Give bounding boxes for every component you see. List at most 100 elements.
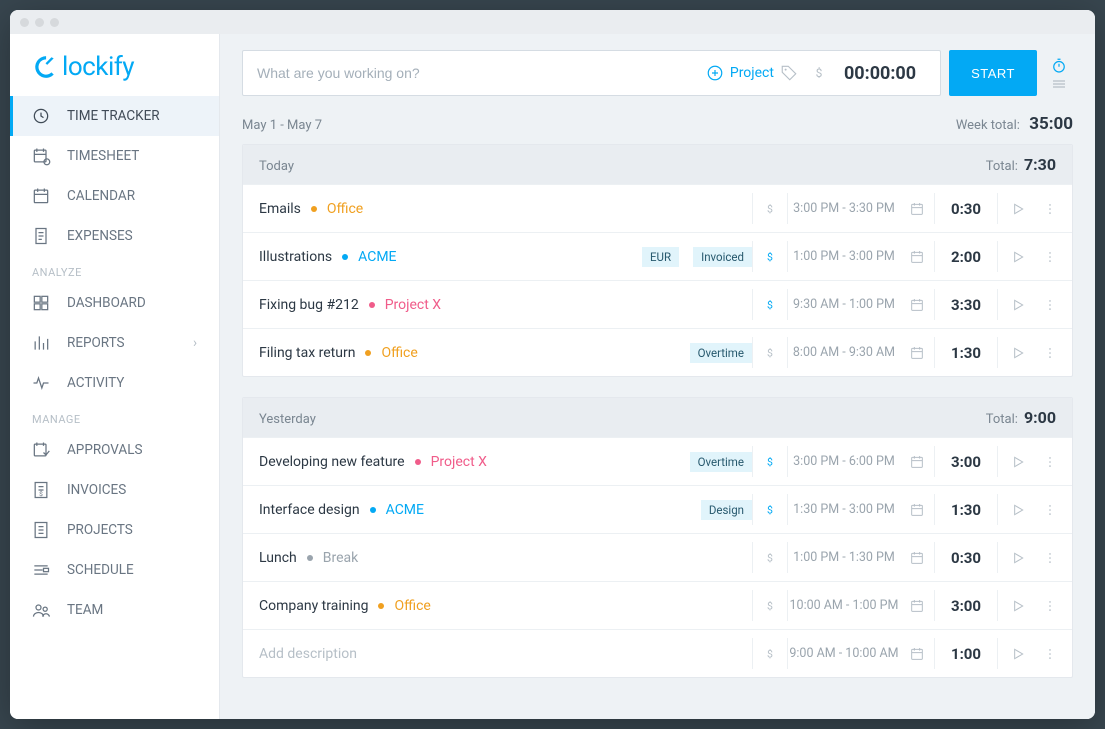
time-entry[interactable]: IllustrationsACMEEURInvoiced $ 1:00 PM -… — [243, 232, 1072, 280]
entry-date-picker[interactable] — [900, 201, 934, 217]
entry-continue-button[interactable] — [998, 249, 1038, 265]
entry-project[interactable]: Office — [327, 201, 363, 217]
entry-tag[interactable]: Overtime — [690, 452, 752, 472]
entry-billable-toggle[interactable]: $ — [753, 501, 787, 519]
tag-button[interactable] — [774, 64, 804, 82]
entry-more-button[interactable] — [1038, 201, 1062, 217]
entry-tag[interactable]: EUR — [642, 247, 679, 267]
sidebar-item-team[interactable]: TEAM — [10, 590, 219, 630]
entry-date-picker[interactable] — [900, 297, 934, 313]
entry-time-range[interactable]: 1:00 PM - 3:00 PM — [788, 249, 900, 264]
entry-time-range[interactable]: 8:00 AM - 9:30 AM — [788, 345, 900, 360]
entry-more-button[interactable] — [1038, 502, 1062, 518]
time-entry[interactable]: Fixing bug #212Project X $ 9:30 AM - 1:0… — [243, 280, 1072, 328]
entry-continue-button[interactable] — [998, 454, 1038, 470]
entry-tag[interactable]: Invoiced — [693, 247, 752, 267]
time-entry[interactable]: Add description $ 9:00 AM - 10:00 AM 1:0… — [243, 629, 1072, 677]
invoice-icon: $ — [31, 480, 51, 500]
entry-continue-button[interactable] — [998, 201, 1038, 217]
sidebar-item-projects[interactable]: PROJECTS — [10, 510, 219, 550]
entry-more-button[interactable] — [1038, 454, 1062, 470]
entry-more-button[interactable] — [1038, 297, 1062, 313]
entry-time-range[interactable]: 3:00 PM - 3:30 PM — [788, 201, 900, 216]
entry-time-range[interactable]: 1:00 PM - 1:30 PM — [788, 550, 900, 565]
sidebar-item-approvals[interactable]: APPROVALS — [10, 430, 219, 470]
entry-continue-button[interactable] — [998, 345, 1038, 361]
entry-project[interactable]: ACME — [386, 502, 424, 518]
time-entry[interactable]: Filing tax returnOfficeOvertime $ 8:00 A… — [243, 328, 1072, 376]
entry-duration[interactable]: 0:30 — [935, 549, 997, 567]
entry-more-button[interactable] — [1038, 646, 1062, 662]
entry-billable-toggle[interactable]: $ — [753, 549, 787, 567]
time-entry[interactable]: Developing new featureProject XOvertime … — [243, 437, 1072, 485]
entry-time-range[interactable]: 9:00 AM - 10:00 AM — [788, 646, 900, 661]
entry-continue-button[interactable] — [998, 297, 1038, 313]
mode-toggle[interactable] — [1045, 50, 1073, 96]
entry-project[interactable]: Office — [381, 345, 417, 361]
time-entry[interactable]: Interface designACMEDesign $ 1:30 PM - 3… — [243, 485, 1072, 533]
dollar-icon: $ — [763, 501, 777, 519]
sidebar-item-calendar[interactable]: CALENDAR — [10, 176, 219, 216]
entry-time-range[interactable]: 1:30 PM - 3:00 PM — [788, 502, 900, 517]
entry-tag[interactable]: Overtime — [690, 343, 752, 363]
entry-date-picker[interactable] — [900, 550, 934, 566]
sidebar-item-schedule[interactable]: SCHEDULE — [10, 550, 219, 590]
sidebar-item-timesheet[interactable]: TIMESHEET — [10, 136, 219, 176]
entry-date-picker[interactable] — [900, 249, 934, 265]
entry-date-picker[interactable] — [900, 454, 934, 470]
entry-time-range[interactable]: 3:00 PM - 6:00 PM — [788, 454, 900, 469]
entry-time-range[interactable]: 9:30 AM - 1:00 PM — [788, 297, 900, 312]
entry-billable-toggle[interactable]: $ — [753, 344, 787, 362]
entry-billable-toggle[interactable]: $ — [753, 597, 787, 615]
entry-duration[interactable]: 1:30 — [935, 501, 997, 519]
entry-duration[interactable]: 3:30 — [935, 296, 997, 314]
entry-tag[interactable]: Design — [701, 500, 752, 520]
sidebar-item-invoices[interactable]: $INVOICES — [10, 470, 219, 510]
time-entry[interactable]: Company trainingOffice $ 10:00 AM - 1:00… — [243, 581, 1072, 629]
entry-duration[interactable]: 0:30 — [935, 200, 997, 218]
sidebar-item-dashboard[interactable]: DASHBOARD — [10, 283, 219, 323]
entry-continue-button[interactable] — [998, 502, 1038, 518]
entry-date-picker[interactable] — [900, 646, 934, 662]
entry-continue-button[interactable] — [998, 598, 1038, 614]
entry-description-placeholder[interactable]: Add description — [259, 646, 357, 662]
entry-time-range[interactable]: 10:00 AM - 1:00 PM — [788, 598, 900, 613]
entry-date-picker[interactable] — [900, 502, 934, 518]
project-picker[interactable]: Project — [706, 64, 774, 82]
entry-duration[interactable]: 3:00 — [935, 597, 997, 615]
entry-billable-toggle[interactable]: $ — [753, 248, 787, 266]
sidebar-item-expenses[interactable]: EXPENSES — [10, 216, 219, 256]
entry-more-button[interactable] — [1038, 345, 1062, 361]
entry-continue-button[interactable] — [998, 646, 1038, 662]
dollar-icon: $ — [763, 597, 777, 615]
time-entry[interactable]: LunchBreak $ 1:00 PM - 1:30 PM 0:30 — [243, 533, 1072, 581]
entry-project[interactable]: Project X — [385, 297, 441, 313]
entry-project[interactable]: ACME — [358, 249, 396, 265]
entry-more-button[interactable] — [1038, 550, 1062, 566]
week-range: May 1 - May 7 — [242, 118, 322, 133]
entry-duration[interactable]: 3:00 — [935, 453, 997, 471]
entry-project[interactable]: Break — [323, 550, 358, 566]
billable-button[interactable]: $ — [804, 65, 834, 81]
sidebar-item-activity[interactable]: ACTIVITY — [10, 363, 219, 403]
entry-continue-button[interactable] — [998, 550, 1038, 566]
time-entry[interactable]: EmailsOffice $ 3:00 PM - 3:30 PM 0:30 — [243, 184, 1072, 232]
entry-billable-toggle[interactable]: $ — [753, 645, 787, 663]
entry-project[interactable]: Project X — [431, 454, 487, 470]
entry-duration[interactable]: 2:00 — [935, 248, 997, 266]
sidebar-item-time-tracker[interactable]: TIME TRACKER — [10, 96, 219, 136]
entry-billable-toggle[interactable]: $ — [753, 296, 787, 314]
entry-project[interactable]: Office — [394, 598, 430, 614]
entry-date-picker[interactable] — [900, 345, 934, 361]
entry-billable-toggle[interactable]: $ — [753, 453, 787, 471]
entry-duration[interactable]: 1:00 — [935, 645, 997, 663]
entry-billable-toggle[interactable]: $ — [753, 200, 787, 218]
entry-duration[interactable]: 1:30 — [935, 344, 997, 362]
tracker-input[interactable] — [257, 65, 696, 81]
entry-more-button[interactable] — [1038, 249, 1062, 265]
plus-circle-icon — [706, 64, 724, 82]
start-button[interactable]: START — [949, 50, 1037, 96]
entry-more-button[interactable] — [1038, 598, 1062, 614]
entry-date-picker[interactable] — [900, 598, 934, 614]
sidebar-item-reports[interactable]: REPORTS› — [10, 323, 219, 363]
